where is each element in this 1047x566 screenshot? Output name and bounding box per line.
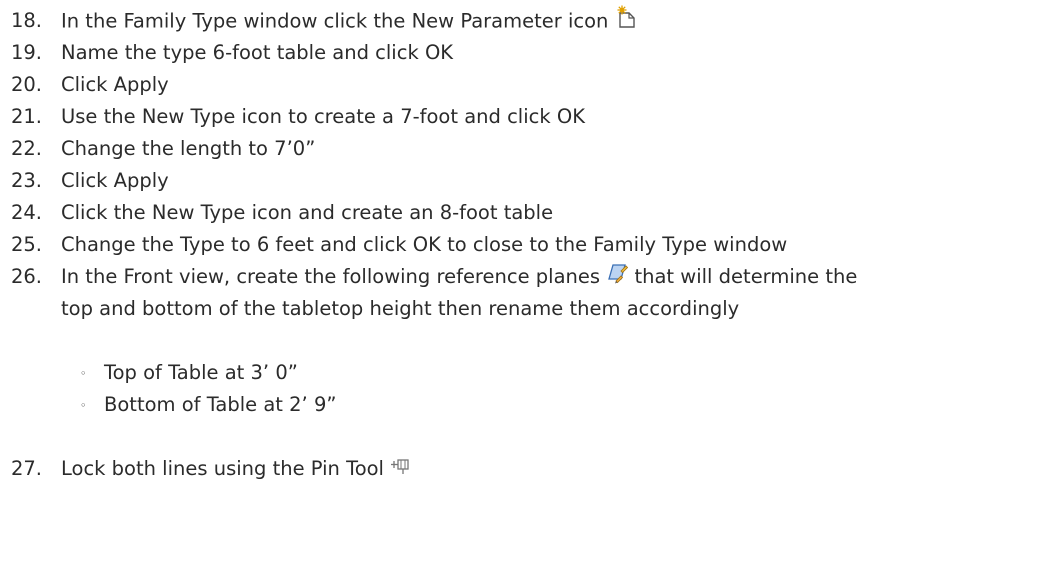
list-item-19: 19. Name the type 6-foot table and click… — [0, 37, 1047, 69]
sub-item-text: Bottom of Table at 2’ 9” — [104, 393, 337, 416]
step-text: In the Front view, create the following … — [61, 261, 857, 294]
bullet: ◦ — [80, 366, 87, 380]
list-item-26: 26. In the Front view, create the follow… — [0, 261, 1047, 293]
step-text: Change the length to 7’0” — [61, 137, 316, 160]
sub-list-item: ◦ Top of Table at 3’ 0” — [80, 357, 298, 389]
reference-plane-icon — [606, 262, 629, 294]
step-text: Click the New Type icon and create an 8-… — [61, 201, 554, 224]
list-item-21: 21. Use the New Type icon to create a 7-… — [0, 101, 1047, 133]
step-text: Change the Type to 6 feet and click OK t… — [61, 233, 788, 256]
step-number: 18. — [10, 9, 42, 32]
step-text: In the Family Type window click the New … — [61, 5, 637, 39]
step-number: 27. — [10, 457, 42, 480]
list-item-25: 25. Change the Type to 6 feet and click … — [0, 229, 1047, 261]
list-item-23: 23. Click Apply — [0, 165, 1047, 197]
step-number: 24. — [10, 201, 42, 224]
step-number: 26. — [10, 265, 42, 288]
list-item-20: 20. Click Apply — [0, 69, 1047, 101]
step-text-after: that will determine the — [634, 265, 858, 288]
step-number: 22. — [10, 137, 42, 160]
step-text: Click Apply — [61, 169, 169, 192]
step-text: Use the New Type icon to create a 7-foot… — [61, 105, 585, 128]
step-number: 21. — [10, 105, 42, 128]
list-item-27: 27. Lock both lines using the Pin Tool — [0, 453, 1047, 485]
sub-list-item: ◦ Bottom of Table at 2’ 9” — [80, 389, 336, 421]
step-text: Click Apply — [61, 73, 169, 96]
step-text: Lock both lines using the Pin Tool — [61, 453, 414, 486]
list-item-18: 18. In the Family Type window click the … — [0, 5, 1047, 37]
step-text-label: In the Family Type window click the New … — [61, 9, 609, 33]
pin-tool-icon — [390, 454, 414, 486]
instruction-list: 18. In the Family Type window click the … — [0, 0, 1047, 566]
bullet: ◦ — [80, 398, 87, 412]
step-number: 20. — [10, 73, 42, 96]
step-text-before: In the Front view, create the following … — [61, 265, 601, 288]
new-parameter-icon — [615, 5, 637, 39]
step-text: Name the type 6-foot table and click OK — [61, 41, 454, 64]
step-number: 25. — [10, 233, 42, 256]
step-text-continuation: top and bottom of the tabletop height th… — [61, 297, 740, 320]
step-number: 23. — [10, 169, 42, 192]
step-number: 19. — [10, 41, 42, 64]
list-item-24: 24. Click the New Type icon and create a… — [0, 197, 1047, 229]
list-item-22: 22. Change the length to 7’0” — [0, 133, 1047, 165]
sub-item-text: Top of Table at 3’ 0” — [104, 361, 298, 384]
step-text-label: Lock both lines using the Pin Tool — [61, 457, 384, 480]
